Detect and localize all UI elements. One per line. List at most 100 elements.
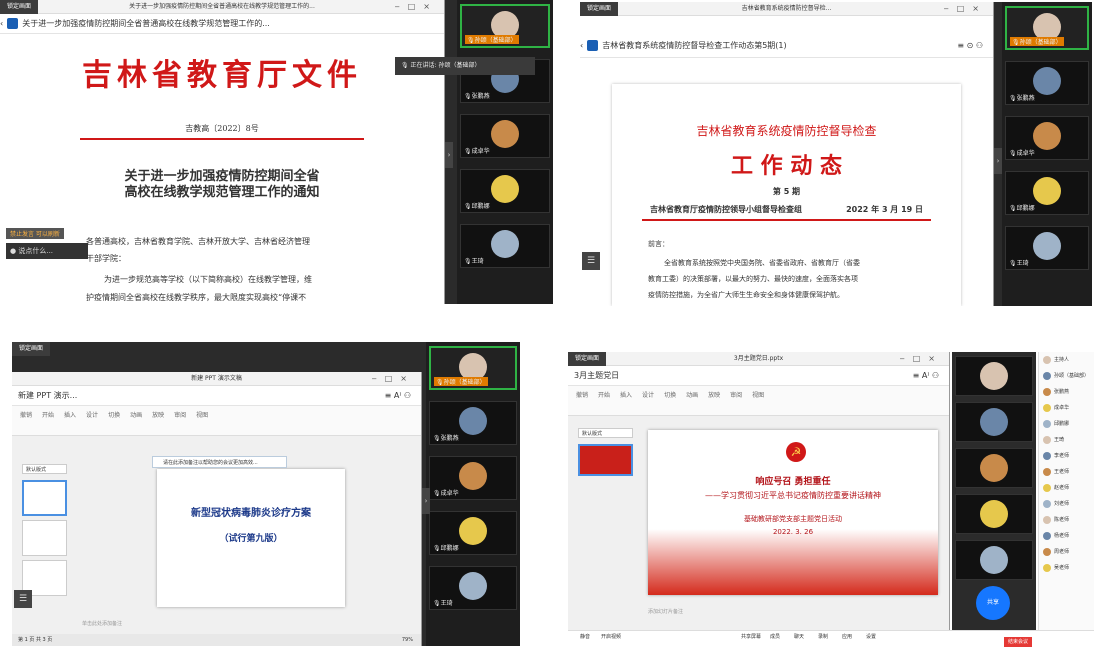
zoom-level[interactable]: 79%	[402, 634, 413, 646]
member-list-item[interactable]: 王老师	[1039, 464, 1094, 480]
member-list-item[interactable]: 王琦	[1039, 432, 1094, 448]
share-button[interactable]: 共享	[976, 586, 1010, 620]
notes-area[interactable]: 单击此处添加备注	[82, 620, 122, 627]
member-list-item[interactable]: 刘老师	[1039, 496, 1094, 512]
participant-tile[interactable]: 🎙王琦	[1005, 226, 1089, 270]
ribbon-button[interactable]: 视图	[196, 410, 208, 419]
ribbon-button[interactable]: 撤销	[20, 410, 32, 419]
more-icon[interactable]: ≡ A⁾ ⚇	[913, 366, 939, 385]
ribbon-button[interactable]: 插入	[620, 390, 632, 399]
more-icon[interactable]: ≡ A⁾ ⚇	[385, 386, 411, 405]
participant-tile[interactable]: 🎙邱鹏娜	[429, 511, 517, 555]
participant-tile[interactable]	[955, 402, 1033, 442]
window-controls-icon[interactable]: ‒□×	[372, 372, 415, 386]
slide-thumbnail[interactable]	[578, 444, 633, 476]
window-titlebar: 关于进一步加强疫情防控期间全省普通高校在线教学规范管理工作的... ‒□×	[0, 0, 444, 14]
grid-view-icon[interactable]: ☰	[14, 590, 32, 608]
participant-tile[interactable]: 🎙邱鹏娜	[1005, 171, 1089, 215]
member-list-item[interactable]: 赵老师	[1039, 480, 1094, 496]
end-meeting-button[interactable]: 结束会议	[1003, 637, 1032, 647]
member-list-item[interactable]: 孙颂（基础部）	[1039, 368, 1094, 384]
control-button[interactable]: 录制	[810, 633, 836, 640]
sidebar-collapse-handle[interactable]: ›	[994, 148, 1002, 174]
participant-tile[interactable]	[955, 540, 1033, 580]
avatar	[1043, 467, 1051, 476]
member-list-item[interactable]: 陈老师	[1039, 512, 1094, 528]
participant-tile[interactable]	[955, 448, 1033, 488]
sidebar-collapse-handle[interactable]: ›	[422, 488, 430, 514]
control-button[interactable]: 设置	[858, 633, 884, 640]
ribbon-button[interactable]: 审阅	[174, 410, 186, 419]
participant-tile[interactable]: 🎙孙颂（基础部）	[1005, 6, 1089, 50]
window-title: 新建 PPT 演示文稿	[191, 375, 242, 382]
ribbon-button[interactable]: 设计	[86, 410, 98, 419]
ribbon-button[interactable]: 开始	[598, 390, 610, 399]
control-button[interactable]: 成员	[762, 633, 788, 640]
participant-tile[interactable]: 🎙张鹏燕	[429, 401, 517, 445]
ribbon-button[interactable]: 视图	[752, 390, 764, 399]
more-icon[interactable]: ≡ ⊙ ⚇	[957, 34, 983, 57]
ppt-window: 新建 PPT 演示文稿 ‒□× 新建 PPT 演示... ≡ A⁾ ⚇ 撤销 开始…	[12, 372, 422, 646]
notes-area[interactable]: 添加幻灯片备注	[648, 608, 683, 615]
participant-tile[interactable]	[955, 494, 1033, 534]
participant-tile[interactable]: 🎙张鹏燕	[1005, 61, 1089, 105]
ribbon-button[interactable]: 切换	[664, 390, 676, 399]
slide-thumbnail[interactable]	[22, 480, 67, 516]
member-name: 孙颂（基础部）	[1054, 373, 1090, 379]
member-list-item[interactable]: 杨老师	[1039, 528, 1094, 544]
window-controls-icon[interactable]: ‒□×	[900, 352, 943, 366]
participant-tile[interactable]: 🎙成卓华	[460, 114, 550, 158]
slide-thumbnail[interactable]	[22, 520, 67, 556]
member-list-item[interactable]: 张鹏燕	[1039, 384, 1094, 400]
avatar	[980, 362, 1008, 390]
ribbon-button[interactable]: 设计	[642, 390, 654, 399]
control-button[interactable]: 聊天	[786, 633, 812, 640]
window-titlebar: 3月主题党日.pptx ‒□×	[568, 352, 949, 366]
ribbon-button[interactable]: 放映	[708, 390, 720, 399]
lock-screen-label[interactable]: 锁定画面	[12, 342, 51, 356]
layout-select[interactable]: 默认版式	[22, 464, 67, 474]
lock-screen-label[interactable]: 锁定画面	[568, 352, 607, 366]
chat-input[interactable]: ● 说点什么...	[6, 243, 88, 259]
participant-tile[interactable]	[955, 356, 1033, 396]
ribbon-button[interactable]: 切换	[108, 410, 120, 419]
ribbon-button[interactable]: 撤销	[576, 390, 588, 399]
control-button[interactable]: 静音	[572, 633, 598, 640]
slide-canvas[interactable]: ☭ 响应号召 勇担重任 ——学习贯彻习近平总书记疫情防控重要讲话精神 基础教研部…	[648, 430, 938, 595]
participant-tile[interactable]: 🎙孙颂（基础部）	[460, 4, 550, 48]
member-list-item[interactable]: 李老师	[1039, 448, 1094, 464]
participant-tile[interactable]: 🎙王琦	[460, 224, 550, 268]
back-icon[interactable]: ‹	[580, 41, 583, 50]
lock-screen-label[interactable]: 锁定画面	[0, 0, 39, 14]
layout-select[interactable]: 默认版式	[578, 428, 633, 438]
ribbon-button[interactable]: 放映	[152, 410, 164, 419]
member-list-item[interactable]: 主持人	[1039, 352, 1094, 368]
member-list-item[interactable]: 邱鹏娜	[1039, 416, 1094, 432]
doc-org: 吉林省教育厅疫情防控领导小组督导检查组	[650, 205, 802, 214]
ribbon-button[interactable]: 动画	[686, 390, 698, 399]
control-button[interactable]: 应用	[834, 633, 860, 640]
control-button[interactable]: 共享屏幕	[738, 633, 764, 640]
member-list-item[interactable]: 成卓华	[1039, 400, 1094, 416]
participant-tile[interactable]: 🎙成卓华	[429, 456, 517, 500]
grid-view-icon[interactable]: ☰	[582, 252, 600, 270]
participant-tile[interactable]: 🎙王琦	[429, 566, 517, 610]
member-list-item[interactable]: 周老师	[1039, 544, 1094, 560]
ribbon-button[interactable]: 插入	[64, 410, 76, 419]
window-controls-icon[interactable]: ‒□×	[944, 2, 987, 16]
member-list-item[interactable]: 吴老师	[1039, 560, 1094, 576]
slide-canvas[interactable]: 新型冠状病毒肺炎诊疗方案 （试行第九版）	[157, 469, 345, 607]
participant-tile[interactable]: 🎙邱鹏娜	[460, 169, 550, 213]
participant-tile[interactable]: 🎙成卓华	[1005, 116, 1089, 160]
ribbon-button[interactable]: 审阅	[730, 390, 742, 399]
ribbon-button[interactable]: 动画	[130, 410, 142, 419]
control-button[interactable]: 开启视频	[598, 633, 624, 640]
lock-screen-label[interactable]: 锁定画面	[580, 2, 619, 16]
ribbon-button[interactable]: 开始	[42, 410, 54, 419]
avatar	[491, 175, 519, 203]
participant-tile[interactable]: 🎙孙颂（基础部）	[429, 346, 517, 390]
doc-header-title: 吉林省教育厅文件	[82, 58, 362, 93]
window-controls-icon[interactable]: ‒□×	[395, 0, 438, 14]
back-icon[interactable]: ‹	[0, 19, 3, 28]
sidebar-collapse-handle[interactable]: ›	[445, 142, 453, 168]
